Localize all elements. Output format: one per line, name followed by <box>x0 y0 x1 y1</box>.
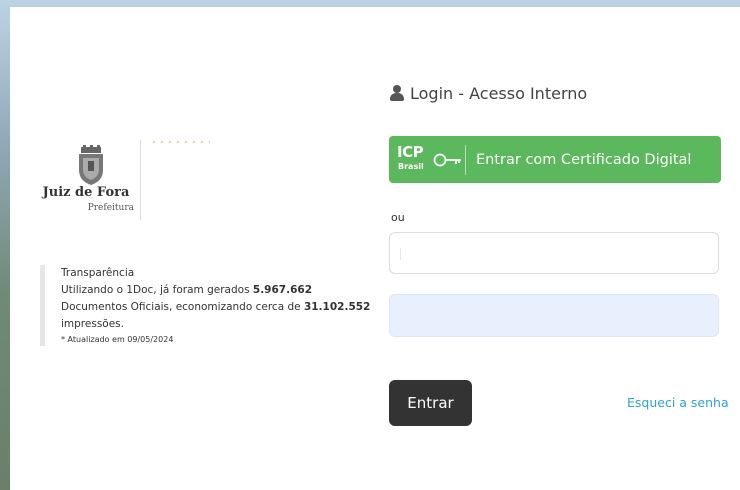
brand-name: Juiz de Fora <box>42 185 130 200</box>
password-input[interactable] <box>389 294 719 337</box>
submit-button[interactable]: Entrar <box>389 380 472 426</box>
brand-subtitle: Prefeitura <box>87 203 134 213</box>
logo-divider <box>140 140 141 220</box>
transparency-text-part: Utilizando o 1Doc, já foram gerados <box>61 284 253 296</box>
username-input[interactable] <box>389 232 719 274</box>
login-title: Login - Acesso Interno <box>410 83 588 103</box>
or-label: ou <box>391 211 405 224</box>
brand-logo: Juiz de Fora Prefeitura <box>38 135 210 225</box>
login-card: Juiz de Fora Prefeitura Transparência Ut… <box>10 7 740 490</box>
decorative-dots <box>150 139 210 145</box>
cert-button-label: Entrar com Certificado Digital <box>476 151 692 168</box>
user-icon <box>390 85 404 101</box>
transparency-text-part: impressões. <box>61 318 124 330</box>
crest-icon <box>79 145 103 185</box>
transparency-title: Transparência <box>61 267 135 279</box>
transparency-text: Utilizando o 1Doc, já foram gerados 5.96… <box>61 282 381 333</box>
transparency-panel: Transparência Utilizando o 1Doc, já fora… <box>40 265 381 346</box>
icp-brasil-logo: ICP Brasil <box>397 143 461 177</box>
input-caret <box>400 248 401 260</box>
icp-logo-text: ICP <box>397 142 424 161</box>
key-icon <box>433 153 461 166</box>
login-heading: Login - Acesso Interno <box>390 79 587 107</box>
updated-note: * Atualizado em 09/05/2024 <box>61 335 174 344</box>
forgot-password-link[interactable]: Esqueci a senha <box>627 395 729 410</box>
icp-logo-subtext: Brasil <box>398 161 424 171</box>
documents-count: 5.967.662 <box>252 284 313 296</box>
transparency-text-part: Documentos Oficiais, economizando cerca … <box>61 301 304 313</box>
impressions-count: 31.102.552 <box>303 301 371 313</box>
cert-divider <box>465 144 466 175</box>
certificate-login-button[interactable]: ICP Brasil Entrar com Certificado Digita… <box>389 136 721 183</box>
